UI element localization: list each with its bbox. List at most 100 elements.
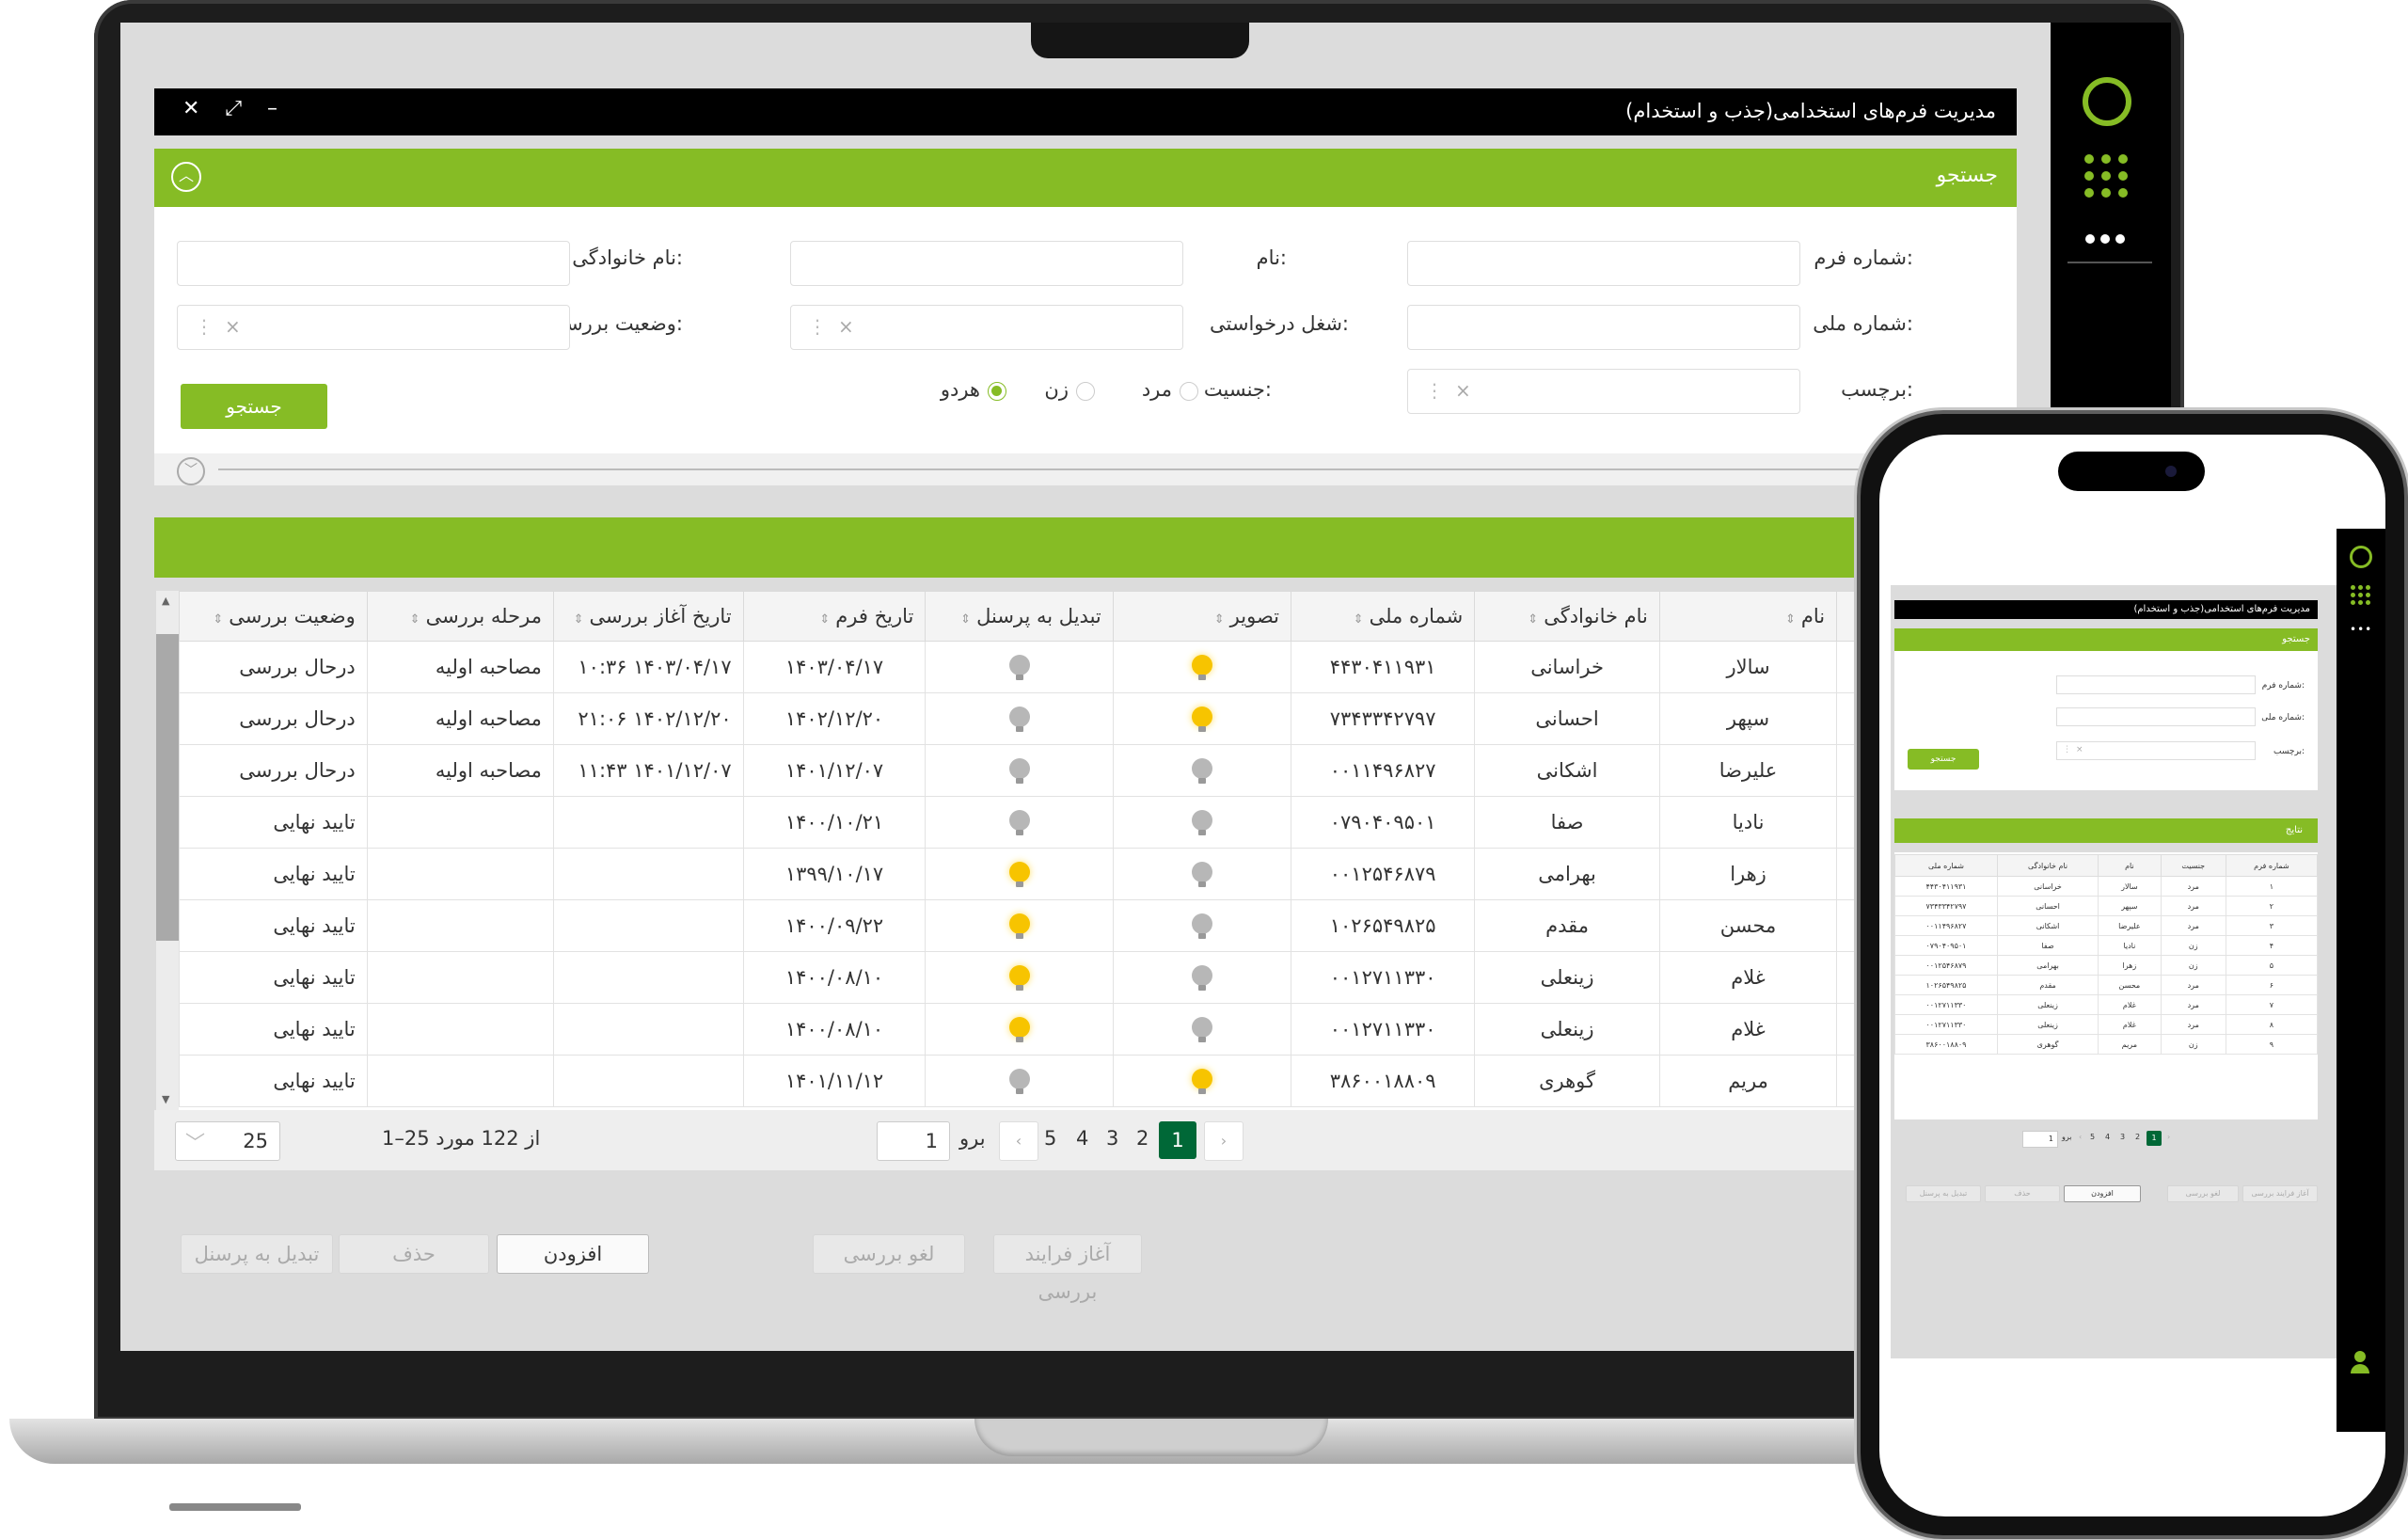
- phone-table-row[interactable]: ۹ زن مریم گوهری ۳۸۶۰۰۱۸۸۰۹: [1894, 1034, 2319, 1055]
- lightbulb-icon[interactable]: [1191, 706, 1212, 732]
- phone-table-row[interactable]: ۶ مرد محسن مقدم ۱۰۲۶۵۴۹۸۲۵: [1894, 975, 2319, 995]
- table-row[interactable]: زننادیاصفا۰۷۹۰۴۰۹۵۰۱۱۴۰۰/۱۰/۲۱تایید نهای…: [179, 796, 2017, 849]
- phone-table-row[interactable]: ۳ مرد علیرضا اشکانی ۰۰۱۱۴۹۶۸۲۷: [1894, 915, 2319, 936]
- lightbulb-icon[interactable]: [1191, 809, 1212, 835]
- chevron-up-icon[interactable]: ︿: [171, 162, 201, 192]
- scroll-up-icon[interactable]: ▲: [162, 595, 169, 607]
- page-1-active[interactable]: 1: [1159, 1121, 1196, 1159]
- gender-radio-male[interactable]: [1180, 382, 1198, 401]
- phone-table-row[interactable]: ۲ مرد سپهر احسانی ۷۳۴۳۳۴۲۷۹۷: [1894, 896, 2319, 916]
- delete-button[interactable]: حذف: [339, 1234, 489, 1274]
- sort-icon[interactable]: ⇕: [410, 612, 420, 627]
- page-2[interactable]: 2: [1136, 1127, 1149, 1150]
- table-row[interactable]: زنزهرابهرامی۰۰۱۲۵۴۶۸۷۹۱۳۹۹/۱۰/۱۷تایید نه…: [179, 848, 2017, 900]
- prev-page-icon[interactable]: ‹: [999, 1121, 1038, 1161]
- column-header[interactable]: تاریخ فرم ⇕: [742, 591, 927, 642]
- add-button[interactable]: افزودن: [497, 1234, 649, 1274]
- sort-icon[interactable]: ⇕: [960, 612, 971, 627]
- lightbulb-icon[interactable]: [1008, 706, 1030, 732]
- sort-icon[interactable]: ⇕: [574, 612, 584, 627]
- lightbulb-icon[interactable]: [1008, 861, 1030, 887]
- phone-page-5[interactable]: 5: [2090, 1133, 2095, 1141]
- lightbulb-icon[interactable]: [1191, 654, 1212, 680]
- column-header[interactable]: تاریخ آغاز بررسی ⇕: [552, 591, 744, 642]
- gender-radio-both[interactable]: [988, 382, 1006, 401]
- phone-form-number-input[interactable]: [2056, 675, 2256, 694]
- more-icon[interactable]: [2083, 230, 2128, 247]
- lightbulb-icon[interactable]: [1191, 757, 1212, 784]
- table-row[interactable]: زنمریمگوهری۳۸۶۰۰۱۸۸۰۹۱۴۰۱/۱۱/۱۲تایید نها…: [179, 1055, 2017, 1107]
- column-header[interactable]: تبدیل به پرسنل ⇕: [925, 591, 1114, 642]
- phone-table-row[interactable]: ۱ مرد سالار خراسانی ۴۴۳۰۴۱۱۹۳۱: [1894, 876, 2319, 897]
- table-row[interactable]: مردغلامزینعلی۰۰۱۲۷۱۱۳۳۰۱۴۰۰/۰۸/۱۰تایید ن…: [179, 951, 2017, 1004]
- national-id-input[interactable]: [1407, 305, 1800, 350]
- cancel-review-button[interactable]: لغو بررسی: [813, 1234, 965, 1274]
- lightbulb-icon[interactable]: [1191, 913, 1212, 939]
- sort-icon[interactable]: ⇕: [1354, 612, 1364, 627]
- apps-grid-icon[interactable]: [2351, 585, 2370, 605]
- goto-page-input[interactable]: 1: [877, 1121, 950, 1161]
- phone-cancel-review-button[interactable]: لغو بررسی: [2167, 1185, 2239, 1202]
- search-panel-header[interactable]: جستجو ︿: [154, 149, 2017, 207]
- apps-grid-icon[interactable]: [2084, 154, 2128, 198]
- column-header[interactable]: مرحله بررسی ⇕: [366, 591, 554, 642]
- window-controls[interactable]: ✕ ⤢ –: [182, 97, 287, 120]
- first-name-input[interactable]: [790, 241, 1183, 286]
- phone-table-row[interactable]: ۸ مرد غلام زینعلی ۰۰۱۲۷۱۱۳۳۰: [1894, 1014, 2319, 1035]
- app-logo-icon[interactable]: [2350, 546, 2372, 568]
- lightbulb-icon[interactable]: [1191, 861, 1212, 887]
- table-row[interactable]: مردسپهراحسانی۷۳۴۳۳۴۲۷۹۷۱۴۰۲/۱۲/۲۰۱۴۰۲/۱۲…: [179, 692, 2017, 745]
- more-icon[interactable]: •••: [2350, 623, 2372, 636]
- chevron-down-icon[interactable]: ﹀: [177, 457, 205, 485]
- scroll-thumb[interactable]: [156, 634, 179, 941]
- clear-icon[interactable]: ×: [2076, 745, 2083, 754]
- review-status-select[interactable]: ⋮ ×: [177, 305, 570, 350]
- form-number-input[interactable]: [1407, 241, 1800, 286]
- phone-search-header[interactable]: جستجو: [1894, 628, 2318, 651]
- table-row[interactable]: مردسالارخراسانی۴۴۳۰۴۱۱۹۳۱۱۴۰۳/۰۴/۱۷۱۴۰۳/…: [179, 641, 2017, 693]
- sort-icon[interactable]: ⇕: [1785, 612, 1796, 627]
- column-header[interactable]: نام خانوادگی ⇕: [1474, 591, 1660, 642]
- search-panel-expander[interactable]: ﹀: [154, 453, 2017, 485]
- phone-table-row[interactable]: ۵ زن زهرا بهرامی ۰۰۱۲۵۴۶۸۷۹: [1894, 955, 2319, 976]
- column-header[interactable]: شماره ملی ⇕: [1291, 591, 1476, 642]
- page-5[interactable]: 5: [1044, 1127, 1056, 1150]
- table-row[interactable]: مردعلیرضااشکانی۰۰۱۱۴۹۶۸۲۷۱۴۰۱/۱۲/۰۷۱۴۰۱/…: [179, 744, 2017, 797]
- user-avatar-icon[interactable]: [2350, 1351, 2370, 1379]
- lightbulb-icon[interactable]: [1008, 757, 1030, 784]
- phone-add-button[interactable]: افزودن: [2064, 1185, 2141, 1202]
- phone-column-header[interactable]: نام خانوادگی: [1996, 854, 2099, 877]
- sort-icon[interactable]: ⇕: [819, 612, 830, 627]
- phone-page-1-active[interactable]: 1: [2147, 1131, 2162, 1146]
- lightbulb-icon[interactable]: [1008, 1016, 1030, 1042]
- phone-column-header[interactable]: شماره ملی: [1894, 854, 1998, 877]
- lightbulb-icon[interactable]: [1008, 913, 1030, 939]
- convert-to-staff-button[interactable]: تبدیل به پرسنل: [181, 1234, 333, 1274]
- phone-start-review-button[interactable]: آغاز فرایند بررسی: [2242, 1185, 2318, 1202]
- next-page-icon[interactable]: ›: [1204, 1121, 1244, 1161]
- phone-convert-button[interactable]: تبدیل به پرسنل: [1906, 1185, 1981, 1202]
- phone-column-header[interactable]: جنسیت: [2160, 854, 2226, 877]
- page-4[interactable]: 4: [1076, 1127, 1088, 1150]
- phone-table-row[interactable]: ۷ مرد غلام زینعلی ۰۰۱۲۷۱۱۳۳۰: [1894, 994, 2319, 1015]
- tag-select[interactable]: ⋮ ×: [1407, 369, 1800, 414]
- sort-icon[interactable]: ⇕: [1528, 612, 1538, 627]
- phone-column-header[interactable]: شماره فرم: [2225, 854, 2319, 877]
- table-row[interactable]: مردغلامزینعلی۰۰۱۲۷۱۱۳۳۰۱۴۰۰/۰۸/۱۰تایید ن…: [179, 1003, 2017, 1056]
- column-header[interactable]: وضعیت بررسی ⇕: [179, 591, 368, 642]
- next-page-icon[interactable]: ›: [2167, 1133, 2170, 1141]
- page-size-select[interactable]: 25 ﹀: [175, 1121, 280, 1161]
- lightbulb-icon[interactable]: [1191, 1016, 1212, 1042]
- phone-table-row[interactable]: ۴ زن نادیا صفا ۰۷۹۰۴۰۹۵۰۱: [1894, 935, 2319, 956]
- phone-page-3[interactable]: 3: [2120, 1133, 2125, 1141]
- clear-icon[interactable]: ×: [1455, 379, 1471, 402]
- phone-delete-button[interactable]: حذف: [1985, 1185, 2060, 1202]
- table-row[interactable]: مردمحسنمقدم۱۰۲۶۵۴۹۸۲۵۱۴۰۰/۰۹/۲۲تایید نها…: [179, 899, 2017, 952]
- start-review-button[interactable]: آغاز فرایند بررسی: [993, 1234, 1142, 1303]
- lightbulb-icon[interactable]: [1008, 1068, 1030, 1094]
- job-select[interactable]: ⋮ ×: [790, 305, 1183, 350]
- phone-column-header[interactable]: نام: [2098, 854, 2162, 877]
- gender-radio-female[interactable]: [1076, 382, 1095, 401]
- phone-national-id-input[interactable]: [2056, 707, 2256, 726]
- last-name-input[interactable]: [177, 241, 570, 286]
